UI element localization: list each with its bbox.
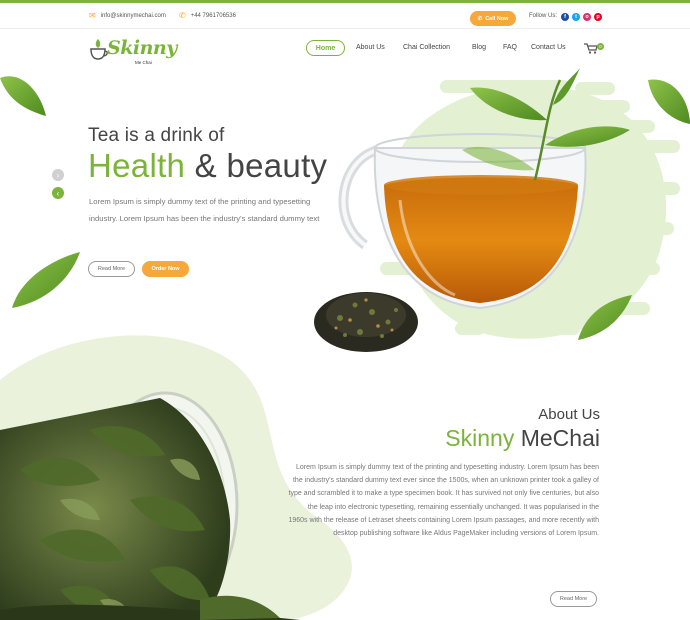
phone-icon: ✆ — [477, 15, 483, 22]
cart-count-badge: 0 — [597, 43, 604, 50]
facebook-icon[interactable]: f — [561, 13, 569, 21]
chevron-up-icon: › — [56, 170, 60, 180]
hero-subheading: Tea is a drink of — [88, 125, 225, 146]
envelope-icon: ✉ — [89, 11, 96, 20]
social-links: f t o p — [561, 13, 602, 21]
pinterest-icon[interactable]: p — [594, 13, 602, 21]
nav-blog[interactable]: Blog — [472, 44, 486, 51]
hero-heading-dark: & beauty — [194, 147, 328, 184]
about-description: Lorem Ipsum is simply dummy text of the … — [288, 464, 599, 538]
email-contact[interactable]: ✉ info@skinnymechai.com — [89, 11, 166, 20]
slider-next-button[interactable]: ‹ — [52, 187, 64, 199]
about-read-more-button[interactable]: Read More — [550, 591, 597, 607]
email-text: info@skinnymechai.com — [100, 13, 166, 19]
hero-description: Lorem Ipsum is simply dummy text of the … — [89, 197, 320, 223]
phone-icon: ✆ — [179, 11, 186, 20]
logo-subtitle: Me Chai — [135, 60, 152, 65]
loose-tea-pile-image — [314, 292, 418, 352]
follow-us-label: Follow Us: — [529, 13, 558, 19]
nav-about-us[interactable]: About Us — [356, 44, 385, 51]
logo-wordmark: Skinny — [107, 37, 177, 59]
twitter-icon[interactable]: t — [572, 13, 580, 21]
tea-cup-logo-icon — [90, 39, 108, 60]
about-title-green: Skinny — [445, 425, 515, 451]
slider-prev-button[interactable]: › — [52, 169, 64, 181]
nav-home[interactable]: Home — [306, 40, 345, 56]
about-title: Skinny MeChai — [400, 425, 600, 452]
phone-text: +44 7961706536 — [190, 13, 236, 19]
nav-chai-collection[interactable]: Chai Collection — [403, 44, 450, 51]
order-now-button[interactable]: Order Now — [142, 261, 189, 277]
cart-icon[interactable] — [584, 43, 598, 54]
call-now-label: Call Now — [485, 15, 509, 22]
nav-contact-us[interactable]: Contact Us — [531, 44, 566, 51]
chevron-left-icon: ‹ — [56, 188, 60, 198]
nav-faq[interactable]: FAQ — [503, 44, 517, 51]
call-now-button[interactable]: ✆ Call Now — [470, 11, 516, 26]
hero-heading-green: Health — [88, 147, 186, 184]
site-logo[interactable]: Skinny Me Chai — [89, 33, 177, 67]
about-title-dark: MeChai — [520, 425, 600, 451]
instagram-icon[interactable]: o — [583, 13, 591, 21]
phone-contact[interactable]: ✆ +44 7961706536 — [179, 11, 236, 20]
top-bar: ✉ info@skinnymechai.com ✆ +44 7961706536… — [0, 3, 690, 29]
hero-heading: Health & beauty — [88, 147, 327, 185]
hero-read-more-button[interactable]: Read More — [88, 261, 135, 277]
about-label: About Us — [538, 406, 600, 423]
